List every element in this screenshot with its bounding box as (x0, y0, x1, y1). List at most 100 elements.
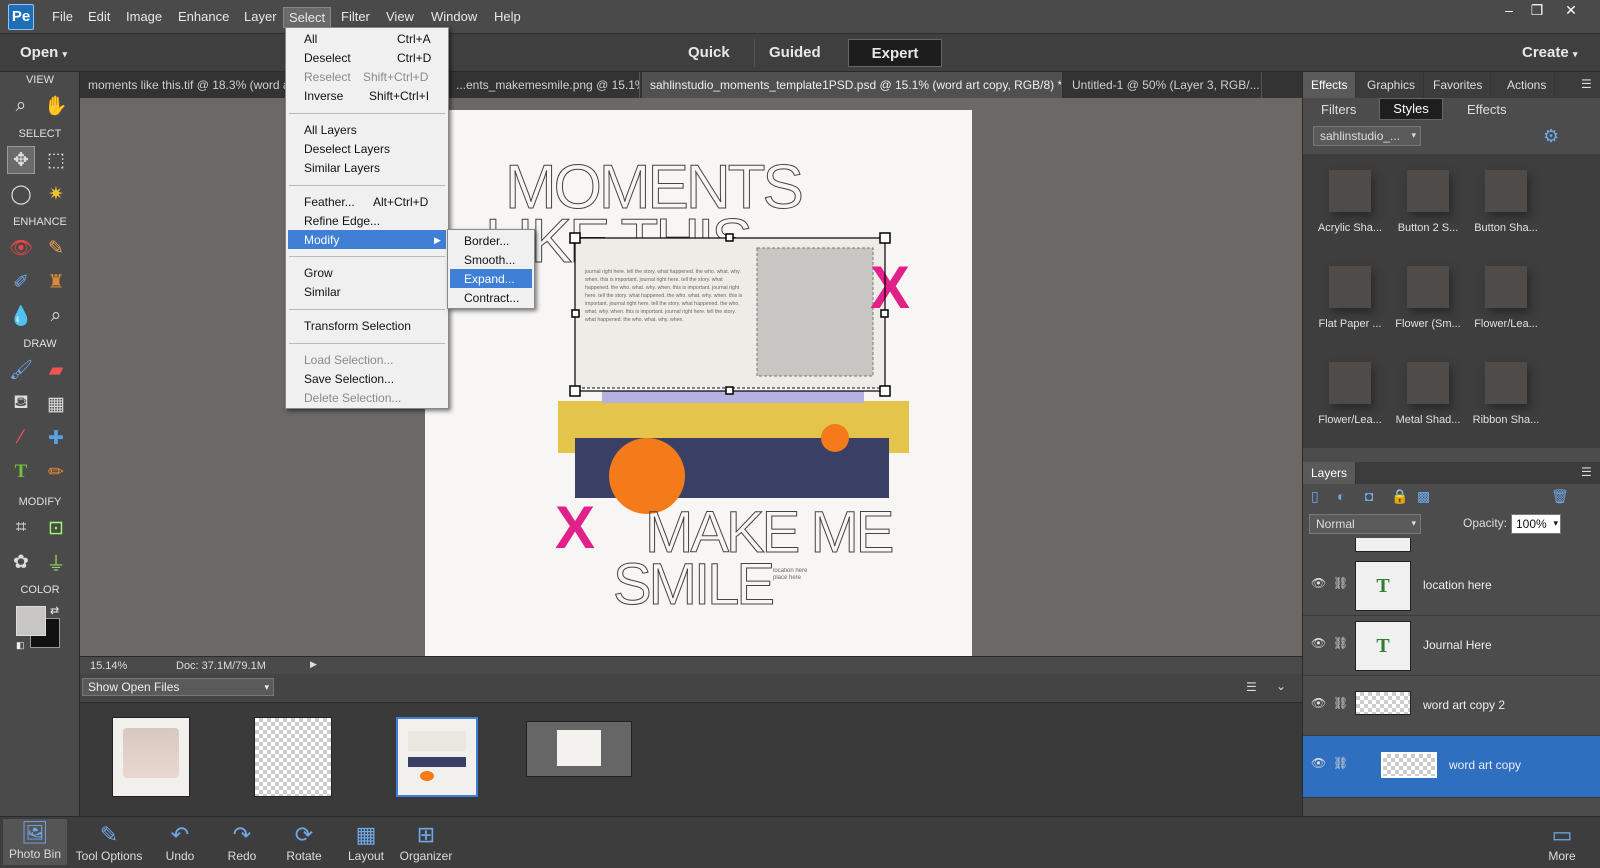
eye-icon[interactable]: 👁 (1311, 756, 1326, 770)
tool-options-button[interactable]: ✎ Tool Options (74, 821, 144, 863)
style-item[interactable]: Flower (Sm... (1389, 260, 1467, 330)
menu-item-save-selection[interactable]: Save Selection... (304, 370, 394, 388)
layout-button[interactable]: ▦ Layout (334, 821, 398, 863)
hand-tool-icon[interactable]: ✋ (42, 92, 70, 120)
tab-favorites[interactable]: Favorites (1425, 72, 1492, 98)
more-button[interactable]: ▭ More (1530, 821, 1594, 863)
gear-icon[interactable]: ⚙ (1543, 126, 1559, 147)
style-item[interactable]: Ribbon Sha... (1467, 356, 1545, 426)
eye-icon[interactable]: 👁 (1311, 636, 1326, 650)
style-item[interactable]: Flower/Lea... (1467, 260, 1545, 330)
restore-icon[interactable]: ❐ (1524, 2, 1550, 20)
mode-expert-button[interactable]: Expert (848, 39, 942, 67)
collapse-bin-icon[interactable]: ⌄ (1276, 679, 1286, 693)
layer-mask-icon[interactable]: ◘ (1365, 488, 1373, 504)
menu-item-grow[interactable]: Grow (304, 264, 333, 282)
undo-button[interactable]: ↶ Undo (148, 821, 212, 863)
layer-name[interactable]: location here (1423, 578, 1492, 592)
foreground-color-swatch[interactable] (16, 606, 46, 636)
layer-row[interactable]: 👁 ⛓ T Journal Here (1303, 616, 1600, 676)
clone-stamp-tool-icon[interactable]: ♜ (42, 268, 70, 296)
zoom-tool-icon[interactable]: ⌕ (7, 92, 35, 120)
link-icon[interactable]: ⛓ (1333, 576, 1348, 590)
layers-title[interactable]: Layers (1303, 462, 1357, 484)
status-menu-arrow-icon[interactable]: ▶ (310, 659, 317, 670)
trash-icon[interactable]: 🗑 (1551, 488, 1569, 505)
type-tool-icon[interactable]: T (7, 458, 35, 486)
bin-thumbnail[interactable] (112, 717, 190, 797)
menu-select[interactable]: Select (283, 7, 332, 28)
default-colors-icon[interactable]: ◧ (16, 640, 25, 651)
tab-effects[interactable]: Effects (1303, 72, 1357, 98)
menu-item-similar-layers[interactable]: Similar Layers (304, 159, 380, 177)
subtab-styles[interactable]: Styles (1379, 98, 1443, 120)
menu-view[interactable]: View (386, 9, 414, 24)
close-icon[interactable]: ✕ (1558, 2, 1584, 20)
redo-button[interactable]: ↷ Redo (210, 821, 274, 863)
smart-brush-tool-icon[interactable]: ✐ (7, 268, 35, 296)
panel-menu-icon[interactable]: ☰ (1581, 465, 1592, 479)
bin-thumbnail[interactable] (526, 721, 632, 777)
red-eye-tool-icon[interactable]: 👁 (7, 234, 35, 262)
menu-help[interactable]: Help (494, 9, 521, 24)
lock-transparency-icon[interactable]: ▩ (1417, 488, 1430, 505)
menu-item-transform-selection[interactable]: Transform Selection (304, 317, 411, 335)
style-item[interactable]: Button 2 S... (1389, 164, 1467, 234)
bin-options-icon[interactable]: ☰ (1246, 680, 1257, 694)
menu-item-similar[interactable]: Similar (304, 283, 341, 301)
style-item[interactable]: Flower/Lea... (1311, 356, 1389, 426)
menu-item-modify[interactable]: Modify (304, 231, 339, 249)
submenu-item-contract[interactable]: Contract... (464, 289, 519, 307)
menu-item-inverse[interactable]: Inverse (304, 87, 343, 105)
menu-edit[interactable]: Edit (88, 9, 110, 24)
crop-tool-icon[interactable]: ⌗ (7, 514, 35, 542)
subtab-effects[interactable]: Effects (1467, 102, 1507, 117)
tab-actions[interactable]: Actions (1499, 72, 1556, 98)
doc-tab[interactable]: ...ents_makemesmile.png @ 15.1% ... (448, 72, 640, 98)
brush-tool-icon[interactable]: 🖌 (7, 356, 35, 384)
content-aware-move-tool-icon[interactable]: ✿ (7, 548, 35, 576)
blur-tool-icon[interactable]: 💧 (7, 302, 35, 330)
straighten-tool-icon[interactable]: ⏚ (42, 548, 70, 576)
menu-enhance[interactable]: Enhance (178, 9, 229, 24)
doc-tab[interactable]: Untitled-1 @ 50% (Layer 3, RGB/... × (1064, 72, 1262, 98)
menu-window[interactable]: Window (431, 9, 477, 24)
menu-filter[interactable]: Filter (341, 9, 370, 24)
lock-icon[interactable]: 🔒 (1391, 488, 1408, 505)
layer-name[interactable]: Journal Here (1423, 638, 1492, 652)
layer-row[interactable]: 👁 ⛓ word art copy 2 (1303, 676, 1600, 736)
style-item[interactable]: Button Sha... (1467, 164, 1545, 234)
blend-mode-dropdown[interactable]: Normal ▾ (1309, 514, 1421, 534)
layer-name[interactable]: word art copy (1449, 758, 1521, 772)
swap-colors-icon[interactable]: ⇄ (50, 604, 59, 617)
style-item[interactable]: Metal Shad... (1389, 356, 1467, 426)
panel-menu-icon[interactable]: ☰ (1581, 77, 1592, 91)
style-item[interactable]: Flat Paper ... (1311, 260, 1389, 330)
bin-thumbnail-selected[interactable] (396, 717, 478, 797)
doc-tab-active[interactable]: sahlinstudio_moments_template1PSD.psd @ … (642, 72, 1062, 98)
style-library-dropdown[interactable]: sahlinstudio_... ▾ (1313, 126, 1421, 146)
mode-guided-button[interactable]: Guided (754, 39, 835, 67)
menu-image[interactable]: Image (126, 9, 162, 24)
link-icon[interactable]: ⛓ (1333, 696, 1348, 710)
submenu-item-expand[interactable]: Expand... (464, 270, 515, 288)
eye-icon[interactable]: 👁 (1311, 696, 1326, 710)
tab-graphics[interactable]: Graphics (1359, 72, 1425, 98)
bin-thumbnail[interactable] (254, 717, 332, 797)
pencil-tool-icon[interactable]: ✏ (42, 458, 70, 486)
organizer-button[interactable]: ⊞ Organizer (394, 821, 458, 863)
menu-layer[interactable]: Layer (244, 9, 277, 24)
zoom-level[interactable]: 15.14% (90, 660, 127, 672)
menu-item-all[interactable]: All (304, 30, 317, 48)
menu-item-deselect-layers[interactable]: Deselect Layers (304, 140, 390, 158)
layer-row[interactable]: 👁 ⛓ T location here (1303, 556, 1600, 616)
paint-bucket-tool-icon[interactable]: ⛾ (7, 390, 35, 418)
menu-item-deselect[interactable]: Deselect (304, 49, 351, 67)
create-button[interactable]: Create ▾ (1508, 39, 1591, 67)
open-button[interactable]: Open ▾ (6, 39, 81, 67)
document-page[interactable]: MOMENTS LIKE THIS journal right here. te… (425, 110, 972, 657)
eye-icon[interactable]: 👁 (1311, 576, 1326, 590)
submenu-item-border[interactable]: Border... (464, 232, 509, 250)
layer-name[interactable]: word art copy 2 (1423, 698, 1505, 712)
menu-file[interactable]: File (52, 9, 73, 24)
